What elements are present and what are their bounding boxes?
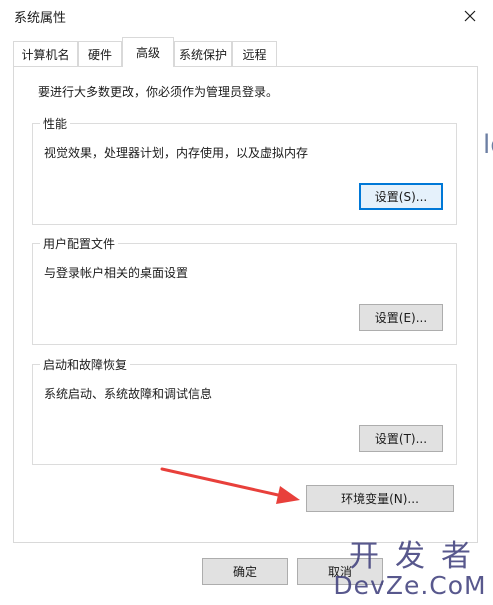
- startup-recovery-group-title: 启动和故障恢复: [40, 356, 131, 373]
- performance-settings-button[interactable]: 设置(S)...: [359, 183, 443, 210]
- startup-recovery-group: 启动和故障恢复 系统启动、系统故障和调试信息 设置(T)...: [32, 356, 457, 465]
- startup-recovery-settings-button[interactable]: 设置(T)...: [359, 425, 443, 452]
- startup-recovery-description: 系统启动、系统故障和调试信息: [44, 387, 213, 401]
- tab-remote[interactable]: 远程: [232, 41, 277, 66]
- performance-description: 视觉效果，处理器计划，内存使用，以及虚拟内存: [44, 146, 309, 160]
- tab-computer-name[interactable]: 计算机名: [13, 41, 78, 66]
- environment-variables-button[interactable]: 环境变量(N)...: [306, 485, 454, 512]
- tab-system-protection[interactable]: 系统保护: [174, 41, 232, 66]
- user-profiles-group: 用户配置文件 与登录帐户相关的桌面设置 设置(E)...: [32, 235, 457, 345]
- ok-button[interactable]: 确定: [202, 558, 288, 585]
- user-profiles-settings-button[interactable]: 设置(E)...: [359, 304, 443, 331]
- advanced-tab-page: 要进行大多数更改，你必须作为管理员登录。 性能 视觉效果，处理器计划，内存使用，…: [13, 66, 478, 543]
- title-bar[interactable]: 系统属性: [0, 0, 493, 32]
- close-button[interactable]: [453, 2, 487, 30]
- system-properties-window: 系统属性 计算机名 硬件 高级 系统保护 远程 要进行大多数更改，你必须作为管理…: [0, 0, 493, 605]
- performance-group-title: 性能: [40, 115, 71, 132]
- close-icon: [464, 10, 476, 22]
- background-window-edge: lo: [483, 130, 493, 160]
- tab-advanced[interactable]: 高级: [122, 37, 174, 67]
- cancel-button[interactable]: 取消: [297, 558, 383, 585]
- performance-group: 性能 视觉效果，处理器计划，内存使用，以及虚拟内存 设置(S)...: [32, 115, 457, 225]
- window-title: 系统属性: [14, 11, 67, 26]
- admin-note: 要进行大多数更改，你必须作为管理员登录。: [38, 85, 279, 99]
- user-profiles-description: 与登录帐户相关的桌面设置: [44, 266, 189, 280]
- tab-hardware[interactable]: 硬件: [78, 41, 122, 66]
- user-profiles-group-title: 用户配置文件: [40, 235, 119, 252]
